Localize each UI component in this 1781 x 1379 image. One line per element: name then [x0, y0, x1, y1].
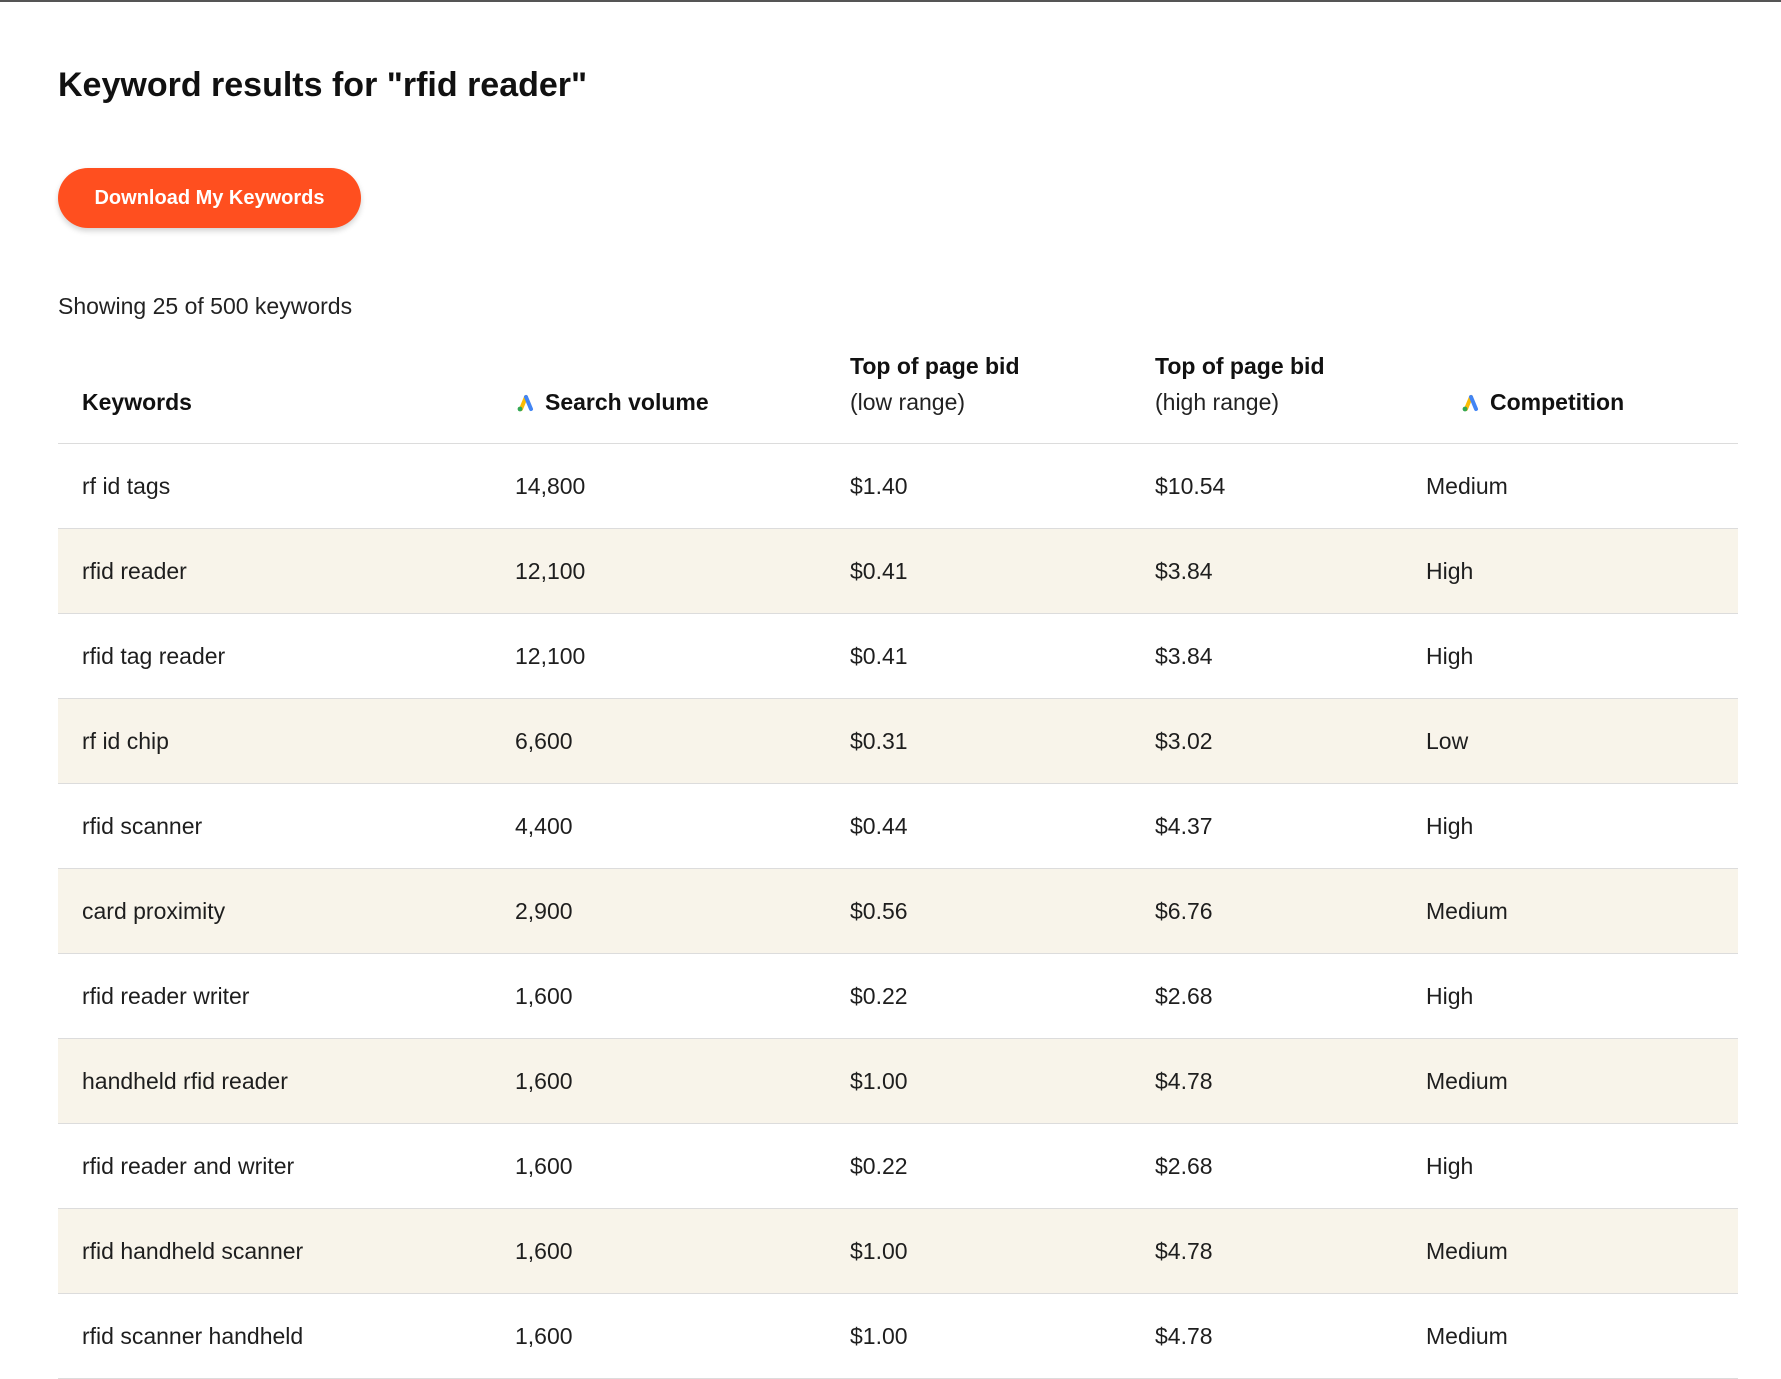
high-bid-cell: $3.84: [1155, 643, 1213, 669]
competition-cell: Medium: [1426, 473, 1508, 499]
competition-cell: High: [1426, 1153, 1474, 1179]
keyword-cell: rfid scanner handheld: [82, 1323, 304, 1349]
low-bid-cell: $0.44: [850, 813, 908, 839]
competition-cell: Medium: [1426, 1238, 1508, 1264]
keyword-cell: rfid handheld scanner: [82, 1238, 304, 1264]
competition-cell: High: [1426, 813, 1474, 839]
high-bid-cell: $3.02: [1155, 728, 1213, 754]
volume-cell: 1,600: [515, 1068, 573, 1094]
volume-cell: 1,600: [515, 1238, 573, 1264]
high-bid-cell: $6.76: [1155, 898, 1213, 924]
low-bid-cell: $0.31: [850, 728, 908, 754]
competition-cell: High: [1426, 558, 1474, 584]
low-bid-cell: $1.00: [850, 1323, 908, 1349]
volume-cell: 1,600: [515, 983, 573, 1009]
keyword-cell: rfid reader: [82, 558, 187, 584]
competition-cell: Medium: [1426, 1323, 1508, 1349]
low-bid-cell: $1.00: [850, 1068, 908, 1094]
table-header: Keywords Search volume Top of page bid (…: [58, 344, 1738, 444]
table-row: rfid reader writer 1,600 $0.22 $2.68 Hig…: [58, 954, 1738, 1039]
table-row: rfid reader 12,100 $0.41 $3.84 High: [58, 529, 1738, 614]
header-keywords: Keywords: [82, 389, 192, 415]
table-row: rf id tags 14,800 $1.40 $10.54 Medium: [58, 444, 1738, 529]
low-bid-cell: $0.22: [850, 983, 908, 1009]
low-bid-cell: $0.22: [850, 1153, 908, 1179]
volume-cell: 1,600: [515, 1153, 573, 1179]
header-high-bid: Top of page bid (high range): [1155, 353, 1325, 415]
keyword-cell: rfid scanner: [82, 813, 203, 839]
table-row: rfid reader and writer 1,600 $0.22 $2.68…: [58, 1124, 1738, 1209]
high-bid-cell: $4.78: [1155, 1068, 1213, 1094]
header-competition: Competition: [1460, 384, 1624, 420]
low-bid-cell: $0.41: [850, 558, 908, 584]
table-row: card proximity 2,900 $0.56 $6.76 Medium: [58, 869, 1738, 954]
keyword-cell: handheld rfid reader: [82, 1068, 288, 1094]
high-bid-cell: $3.84: [1155, 558, 1213, 584]
high-bid-cell: $4.78: [1155, 1238, 1213, 1264]
high-bid-cell: $2.68: [1155, 983, 1213, 1009]
table-row: rfid scanner 4,400 $0.44 $4.37 High: [58, 784, 1738, 869]
table-row: rf id chip 6,600 $0.31 $3.02 Low: [58, 699, 1738, 784]
download-keywords-button[interactable]: Download My Keywords: [58, 168, 361, 228]
volume-cell: 12,100: [515, 643, 586, 669]
low-bid-cell: $0.41: [850, 643, 908, 669]
competition-cell: Low: [1426, 728, 1469, 754]
high-bid-cell: $2.68: [1155, 1153, 1213, 1179]
table-row: rfid handheld scanner 1,600 $1.00 $4.78 …: [58, 1209, 1738, 1294]
header-low-bid: Top of page bid (low range): [850, 353, 1020, 415]
competition-cell: Medium: [1426, 898, 1508, 924]
volume-cell: 6,600: [515, 728, 573, 754]
keyword-cell: card proximity: [82, 898, 226, 924]
keyword-cell: rf id tags: [82, 473, 171, 499]
low-bid-cell: $1.00: [850, 1238, 908, 1264]
volume-cell: 14,800: [515, 473, 586, 499]
results-count: Showing 25 of 500 keywords: [58, 293, 353, 319]
high-bid-cell: $4.78: [1155, 1323, 1213, 1349]
competition-cell: Medium: [1426, 1068, 1508, 1094]
volume-cell: 2,900: [515, 898, 573, 924]
high-bid-cell: $10.54: [1155, 473, 1226, 499]
volume-cell: 12,100: [515, 558, 586, 584]
keyword-cell: rfid reader and writer: [82, 1153, 295, 1179]
table-row: rfid scanner handheld 1,600 $1.00 $4.78 …: [58, 1294, 1738, 1379]
high-bid-cell: $4.37: [1155, 813, 1213, 839]
low-bid-cell: $1.40: [850, 473, 908, 499]
volume-cell: 1,600: [515, 1323, 573, 1349]
keyword-cell: rfid reader writer: [82, 983, 250, 1009]
volume-cell: 4,400: [515, 813, 573, 839]
table-row: rfid tag reader 12,100 $0.41 $3.84 High: [58, 614, 1738, 699]
low-bid-cell: $0.56: [850, 898, 908, 924]
table-row: handheld rfid reader 1,600 $1.00 $4.78 M…: [58, 1039, 1738, 1124]
page-title: Keyword results for "rfid reader": [58, 66, 588, 104]
header-search-volume: Search volume: [515, 384, 709, 420]
keywords-table: Keywords Search volume Top of page bid (…: [58, 344, 1738, 1379]
top-border: [0, 0, 1781, 2]
keyword-cell: rf id chip: [82, 728, 169, 754]
keyword-cell: rfid tag reader: [82, 643, 226, 669]
google-ads-icon: [1462, 395, 1478, 412]
table-body: rf id tags 14,800 $1.40 $10.54 Medium rf…: [58, 444, 1738, 1379]
competition-cell: High: [1426, 983, 1474, 1009]
google-ads-icon: [517, 395, 533, 412]
competition-cell: High: [1426, 643, 1474, 669]
